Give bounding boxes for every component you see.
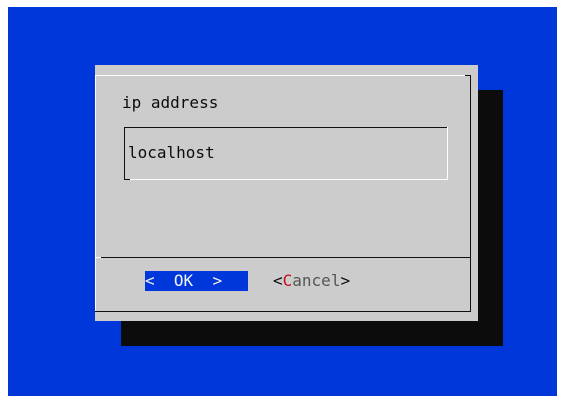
cancel-label: ancel: [292, 271, 341, 290]
cancel-button[interactable]: <Cancel>: [273, 271, 350, 291]
input-value[interactable]: localhost: [128, 143, 215, 163]
input-border-right: [447, 127, 448, 179]
dialog-border-right: [470, 75, 471, 311]
cancel-hotkey: C: [282, 271, 293, 290]
input-dialog: ip address localhost < OK > <Cancel>: [95, 65, 478, 321]
input-border-left: [124, 127, 125, 179]
ip-address-input[interactable]: localhost: [124, 127, 448, 180]
cancel-left-bracket: <: [273, 271, 283, 290]
ok-label: OK: [173, 271, 194, 290]
input-border-corner: [124, 179, 130, 180]
cancel-right-bracket: >: [340, 271, 351, 290]
dialog-border-bottom: [95, 311, 471, 312]
input-border-top: [124, 127, 447, 128]
button-separator-corner: [95, 257, 101, 258]
ok-right-bracket: >: [212, 271, 223, 290]
dialog-border-top: [95, 75, 470, 76]
button-separator: [95, 257, 471, 258]
dialog-border-corner: [465, 75, 471, 76]
ok-button[interactable]: < OK >: [145, 271, 248, 291]
dialog-border-left: [95, 75, 96, 311]
ok-left-bracket: <: [145, 271, 155, 290]
dialog-prompt: ip address: [122, 93, 219, 112]
input-border-bottom: [124, 179, 448, 180]
